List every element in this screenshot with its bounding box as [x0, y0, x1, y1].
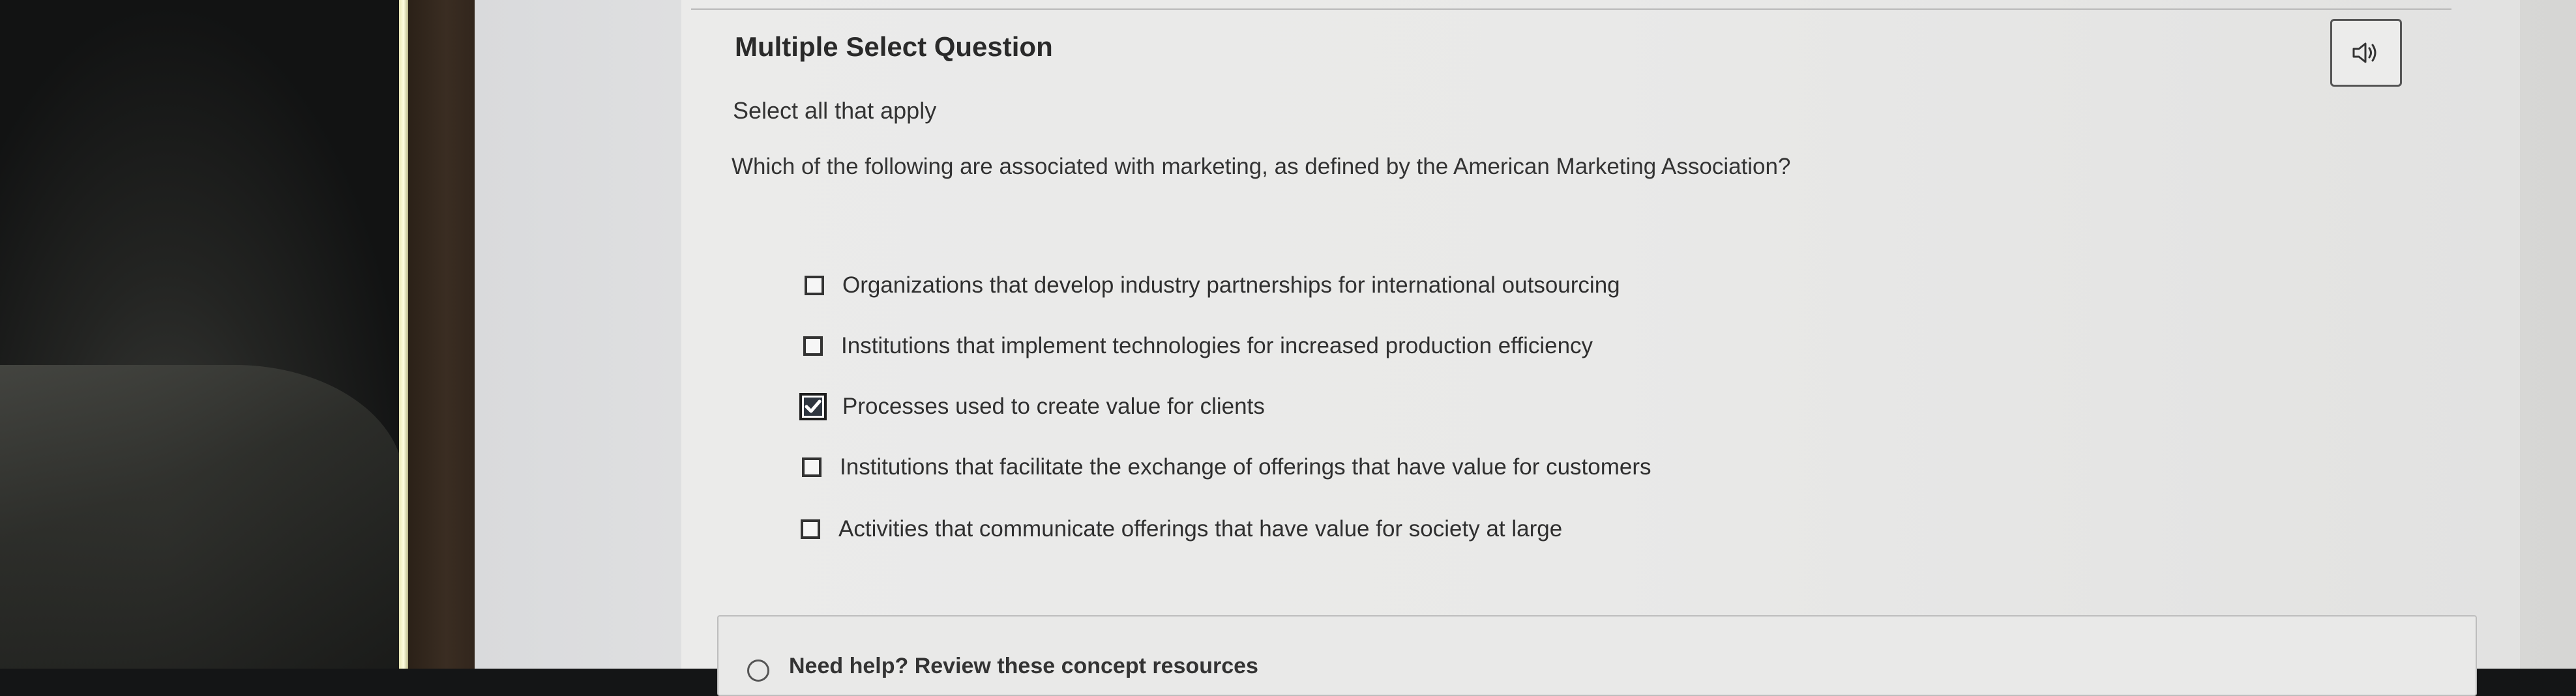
screen-edge-highlight: [399, 0, 408, 669]
read-aloud-button[interactable]: [2330, 19, 2402, 87]
instruction-text: Select all that apply: [733, 97, 937, 124]
concept-resources-label[interactable]: Need help? Review these concept resource…: [789, 654, 1258, 679]
checkbox-unchecked[interactable]: [805, 276, 824, 295]
option-label: Organizations that develop industry part…: [842, 272, 1620, 298]
option-label: Institutions that facilitate the exchang…: [840, 454, 1651, 480]
option-label: Activities that communicate offerings th…: [838, 516, 1563, 542]
option-label: Processes used to create value for clien…: [842, 394, 1265, 419]
checkbox-checked[interactable]: [799, 393, 827, 420]
expand-toggle[interactable]: [747, 660, 769, 682]
option-2[interactable]: Institutions that implement technologies…: [803, 333, 1593, 359]
speaker-icon: [2352, 42, 2376, 63]
option-3[interactable]: Processes used to create value for clien…: [799, 393, 1265, 420]
checkbox-unchecked[interactable]: [803, 336, 823, 356]
option-5[interactable]: Activities that communicate offerings th…: [801, 516, 1562, 542]
checkbox-unchecked[interactable]: [801, 519, 820, 539]
option-1[interactable]: Organizations that develop industry part…: [805, 272, 1620, 298]
fabric-background: [0, 365, 404, 669]
top-divider: [691, 8, 2451, 10]
option-4[interactable]: Institutions that facilitate the exchang…: [802, 454, 1651, 480]
checkbox-unchecked[interactable]: [802, 457, 822, 477]
option-label: Institutions that implement technologies…: [841, 333, 1593, 358]
question-prompt: Which of the following are associated wi…: [732, 154, 1791, 179]
question-type-label: Multiple Select Question: [735, 31, 1053, 62]
checkmark-icon: [805, 399, 822, 413]
